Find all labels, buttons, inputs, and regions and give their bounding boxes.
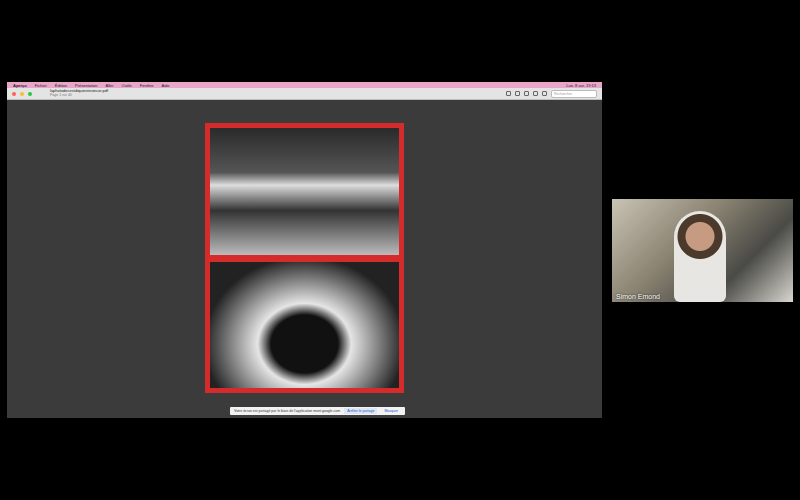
menu-item[interactable]: Aperçu	[13, 83, 27, 88]
participant-name: Simon Emond	[616, 293, 660, 300]
zoom-icon[interactable]	[28, 92, 32, 96]
share-message: Votre écran est partagé par le biais de …	[234, 409, 340, 413]
clock: Lun. 8 avr. 19:13	[566, 83, 596, 88]
shared-screen: Aperçu Fichier Édition Présentation Aller Out…	[7, 82, 602, 418]
menu-item[interactable]: Fichier	[35, 83, 47, 88]
close-icon[interactable]	[12, 92, 16, 96]
participant-tile: Simon Emond	[612, 199, 793, 302]
menu-item[interactable]: Aller	[106, 83, 114, 88]
share-icon[interactable]	[533, 91, 538, 96]
markup-icon[interactable]	[542, 91, 547, 96]
share-banner: Votre écran est partagé par le biais de …	[230, 407, 405, 415]
zoom-out-icon[interactable]	[515, 91, 520, 96]
menu-item[interactable]: Aide	[162, 83, 170, 88]
toolbar: laphotodecestdiquiesteviecor.pdfPage 1 s…	[7, 88, 602, 100]
menu-item[interactable]: Édition	[55, 83, 67, 88]
document-subtitle: Page 1 sur 40	[50, 94, 108, 98]
minimize-icon[interactable]	[20, 92, 24, 96]
photo	[210, 128, 399, 255]
meeting-stage: Aperçu Fichier Édition Présentation Aller Out…	[0, 0, 800, 500]
document-view	[7, 100, 602, 418]
menu-item[interactable]: Outils	[122, 83, 132, 88]
menu-item[interactable]: Fenêtre	[140, 83, 154, 88]
info-icon[interactable]	[506, 91, 511, 96]
search-field[interactable]: Rechercher	[551, 90, 597, 98]
banner-button[interactable]: Masquer	[381, 408, 401, 414]
document-info: laphotodecestdiquiesteviecor.pdfPage 1 s…	[50, 89, 108, 97]
menu-item[interactable]: Présentation	[75, 83, 97, 88]
zoom-in-icon[interactable]	[524, 91, 529, 96]
banner-button[interactable]: Arrêter le partage	[344, 408, 377, 414]
pdf-page	[205, 123, 404, 393]
photo	[210, 262, 399, 388]
video-frame	[674, 211, 726, 302]
